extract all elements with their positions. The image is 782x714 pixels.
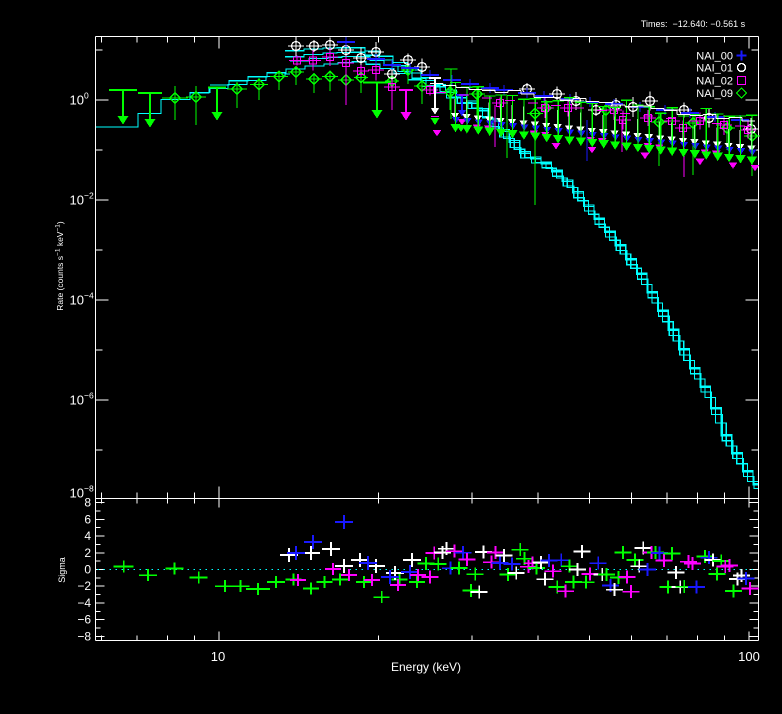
svg-text:10: 10 <box>70 93 84 108</box>
svg-text:0: 0 <box>84 91 89 101</box>
svg-text:Times: −12.640: −0.561 s: Times: −12.640: −0.561 s <box>641 19 746 29</box>
svg-text:NAI_00: NAI_00 <box>696 51 733 63</box>
svg-text:Rate (counts s−1 keV−1): Rate (counts s−1 keV−1) <box>55 221 66 311</box>
svg-text:−8: −8 <box>77 629 91 643</box>
svg-text:−8: −8 <box>84 484 94 494</box>
svg-text:−4: −4 <box>84 291 94 301</box>
svg-text:−4: −4 <box>77 596 91 610</box>
svg-text:10: 10 <box>70 193 84 208</box>
svg-text:10: 10 <box>70 293 84 308</box>
svg-text:4: 4 <box>84 529 91 543</box>
svg-text:−6: −6 <box>84 391 94 401</box>
svg-text:6: 6 <box>84 512 91 526</box>
svg-text:10: 10 <box>70 393 84 408</box>
svg-text:NAI_01: NAI_01 <box>696 63 733 75</box>
svg-text:2: 2 <box>84 546 91 560</box>
svg-text:Sigma: Sigma <box>57 557 67 583</box>
svg-text:NAI_09: NAI_09 <box>696 88 733 100</box>
svg-text:100: 100 <box>738 649 760 664</box>
svg-text:10: 10 <box>211 649 225 664</box>
svg-text:Energy (keV): Energy (keV) <box>391 660 461 674</box>
svg-text:−6: −6 <box>77 613 91 627</box>
svg-text:8: 8 <box>84 496 91 510</box>
svg-text:−2: −2 <box>84 191 94 201</box>
svg-text:0: 0 <box>84 563 91 577</box>
svg-text:−2: −2 <box>77 579 91 593</box>
svg-text:10: 10 <box>70 486 84 501</box>
svg-text:NAI_02: NAI_02 <box>696 76 733 88</box>
